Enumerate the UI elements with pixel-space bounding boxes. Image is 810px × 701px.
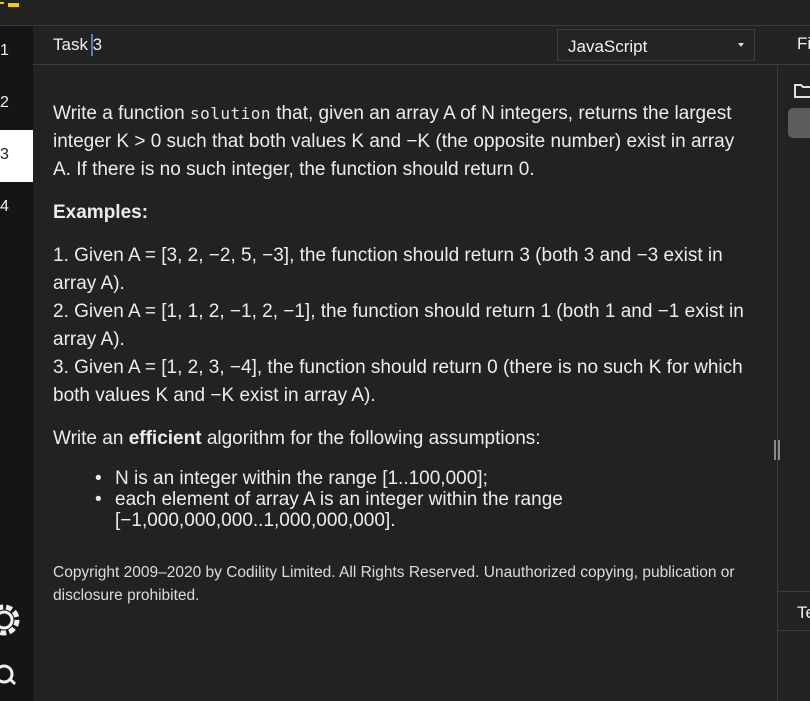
step-label: 3	[0, 146, 9, 163]
examples-list: 1. Given A = [3, 2, −2, 5, −3], the func…	[53, 242, 755, 410]
step-2-button[interactable]: 2	[0, 78, 33, 130]
text-cursor	[91, 34, 93, 56]
panel-divider	[777, 64, 778, 701]
tests-panel-label: Te	[797, 603, 810, 622]
files-panel-label: Fi	[797, 34, 810, 53]
resize-handle[interactable]	[772, 440, 782, 462]
task-description: Write a function solution that, given an…	[53, 100, 755, 607]
language-select[interactable]: JavaScript	[557, 29, 755, 61]
efficient-emphasis: efficient	[128, 428, 202, 449]
step-label: 1	[0, 42, 9, 59]
language-select-value: JavaScript	[568, 37, 648, 56]
step-label: 2	[0, 94, 9, 111]
task-header: Task 3 JavaScript	[33, 26, 777, 65]
assumptions-intro: Write an efficient algorithm for the fol…	[53, 428, 541, 449]
step-3-button[interactable]: 3	[0, 130, 33, 182]
panel-separator	[778, 591, 810, 592]
step-1-button[interactable]: 1	[0, 26, 33, 78]
panel-separator	[778, 630, 810, 631]
assumptions-list: N is an integer within the range [1..100…	[53, 468, 755, 531]
file-item-button[interactable]	[788, 108, 810, 138]
assumption-item: each element of array A is an integer wi…	[95, 489, 755, 531]
chat-help-icon[interactable]	[0, 658, 22, 694]
top-bar	[0, 0, 810, 26]
task-intro: Write a function solution that, given an…	[53, 103, 735, 180]
function-name: solution	[189, 104, 271, 123]
settings-icon[interactable]	[0, 602, 22, 638]
copyright-notice: Copyright 2009–2020 by Codility Limited.…	[53, 564, 735, 604]
logo-icon	[0, 0, 22, 8]
folder-icon[interactable]	[794, 82, 810, 98]
example-item: 3. Given A = [1, 2, 3, −4], the function…	[53, 357, 743, 406]
chevron-down-icon	[738, 43, 744, 47]
assumption-item: N is an integer within the range [1..100…	[95, 468, 755, 489]
step-4-button[interactable]: 4	[0, 182, 33, 234]
examples-heading: Examples:	[53, 202, 149, 223]
step-label: 4	[0, 198, 9, 215]
panel-separator	[778, 64, 810, 65]
task-title: Task 3	[53, 35, 103, 54]
step-sidebar: 1 2 3 4	[0, 26, 33, 701]
example-item: 1. Given A = [3, 2, −2, 5, −3], the func…	[53, 245, 723, 294]
example-item: 2. Given A = [1, 1, 2, −1, 2, −1], the f…	[53, 301, 744, 350]
